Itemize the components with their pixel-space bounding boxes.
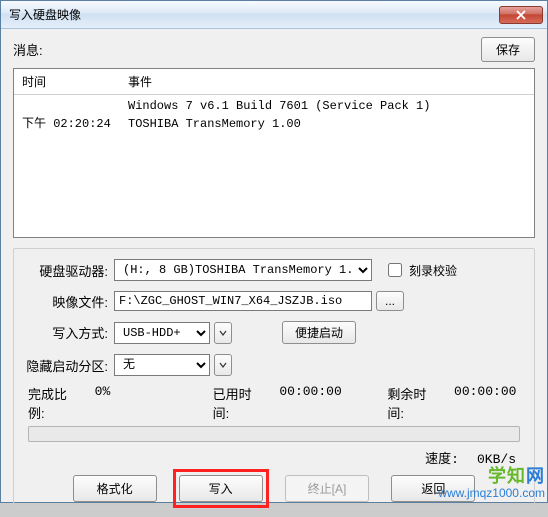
titlebar: 写入硬盘映像 <box>1 1 547 29</box>
watermark-brand: 学知网 <box>438 467 545 487</box>
remain-label: 剩余时间: <box>387 384 436 422</box>
iso-browse-button[interactable]: ... <box>376 291 404 311</box>
close-button[interactable] <box>499 6 543 24</box>
dialog-window: 写入硬盘映像 消息: 保存 时间 事件 Windows 7 v6.1 Build… <box>0 0 548 503</box>
watermark: 学知网 www.jmqz1000.com <box>438 467 545 500</box>
write-mode-select[interactable]: USB-HDD+ <box>114 322 210 344</box>
elapsed-label: 已用时间: <box>213 384 262 422</box>
progress-stats-row: 完成比例: 0% 已用时间: 00:00:00 剩余时间: 00:00:00 <box>24 384 524 422</box>
remain-value: 00:00:00 <box>454 384 524 422</box>
log-header-time: 时间 <box>14 73 124 90</box>
format-button[interactable]: 格式化 <box>73 475 157 502</box>
iso-input[interactable] <box>114 291 372 311</box>
hide-boot-select[interactable]: 无 <box>114 354 210 376</box>
close-icon <box>516 10 526 20</box>
log-cell-time <box>14 97 124 115</box>
watermark-brand-blue: 网 <box>526 466 545 486</box>
log-header: 时间 事件 <box>14 69 534 95</box>
log-cell-event: Windows 7 v6.1 Build 7601 (Service Pack … <box>124 97 534 115</box>
content-area: 消息: 保存 时间 事件 Windows 7 v6.1 Build 7601 (… <box>1 29 547 517</box>
save-button[interactable]: 保存 <box>481 37 535 62</box>
abort-button: 终止[A] <box>285 475 370 502</box>
chevron-down-icon <box>219 361 227 369</box>
iso-label: 映像文件: <box>24 292 114 311</box>
drive-label: 硬盘驱动器: <box>24 261 114 280</box>
log-cell-event: TOSHIBA TransMemory 1.00 <box>124 115 534 133</box>
chevron-down-icon <box>219 329 227 337</box>
pct-label: 完成比例: <box>28 384 77 422</box>
progress-bar <box>28 426 520 442</box>
elapsed-value: 00:00:00 <box>279 384 349 422</box>
write-button[interactable]: 写入 <box>179 475 263 502</box>
write-mode-label: 写入方式: <box>24 323 114 342</box>
verify-checkbox[interactable] <box>388 263 402 277</box>
drive-select[interactable]: (H:, 8 GB)TOSHIBA TransMemory 1.00 <box>114 259 372 281</box>
hide-boot-row: 隐藏启动分区: 无 <box>24 354 524 376</box>
drive-row: 硬盘驱动器: (H:, 8 GB)TOSHIBA TransMemory 1.0… <box>24 259 524 281</box>
log-row: 下午 02:20:24 TOSHIBA TransMemory 1.00 <box>14 115 534 133</box>
watermark-brand-green: 学知 <box>488 466 526 486</box>
messages-label: 消息: <box>13 40 43 59</box>
speed-label: 速度: <box>425 452 459 467</box>
iso-row: 映像文件: ... <box>24 291 524 311</box>
write-mode-more-button[interactable] <box>214 322 232 344</box>
log-header-event: 事件 <box>124 73 534 90</box>
hide-boot-more-button[interactable] <box>214 354 232 376</box>
log-row: Windows 7 v6.1 Build 7601 (Service Pack … <box>14 97 534 115</box>
log-listview[interactable]: 时间 事件 Windows 7 v6.1 Build 7601 (Service… <box>13 68 535 238</box>
window-title: 写入硬盘映像 <box>9 6 81 23</box>
messages-row: 消息: 保存 <box>13 37 535 62</box>
pct-value: 0% <box>95 384 165 422</box>
log-cell-time: 下午 02:20:24 <box>14 115 124 133</box>
log-body: Windows 7 v6.1 Build 7601 (Service Pack … <box>14 95 534 135</box>
watermark-url: www.jmqz1000.com <box>438 487 545 500</box>
quick-boot-button[interactable]: 便捷启动 <box>282 321 356 344</box>
hide-boot-label: 隐藏启动分区: <box>24 356 114 375</box>
speed-row: 速度: 0KB/s <box>24 442 524 469</box>
verify-label: 刻录校验 <box>409 262 457 279</box>
verify-checkbox-wrap: 刻录校验 <box>384 260 457 280</box>
write-mode-row: 写入方式: USB-HDD+ 便捷启动 <box>24 321 524 344</box>
speed-value: 0KB/s <box>477 452 516 467</box>
